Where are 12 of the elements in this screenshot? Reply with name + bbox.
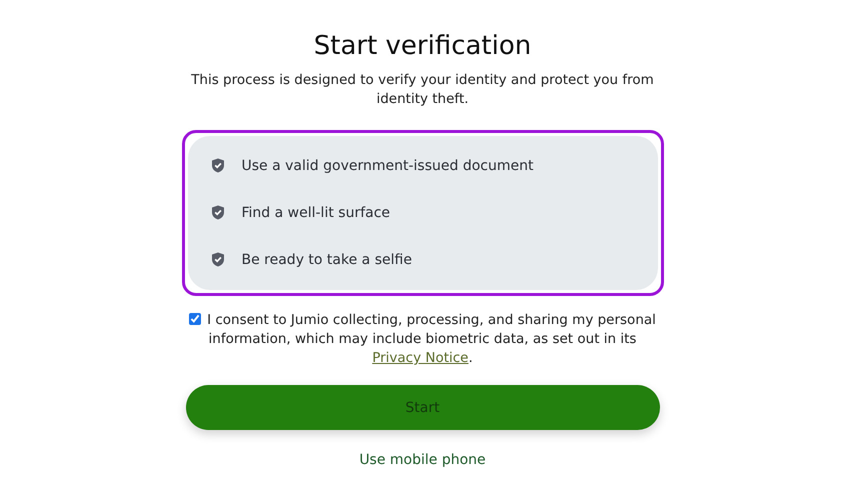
consent-text: I consent to Jumio collecting, processing, and sharing my personal information, which may include biometric data, as set out in its Privacy Notice.: [207, 312, 656, 366]
shield-check-icon: [210, 205, 224, 220]
page-description: This process is designed to verify your identity and protect you from identity theft.: [190, 71, 655, 109]
checklist-text: Find a well-lit surface: [242, 204, 390, 220]
consent-checkbox[interactable]: [189, 313, 202, 325]
page-title: Start verification: [314, 30, 532, 62]
checklist-text: Use a valid government-issued document: [242, 158, 534, 174]
shield-check-icon: [210, 158, 224, 173]
privacy-notice-link[interactable]: Privacy Notice: [372, 350, 468, 366]
checklist-text: Be ready to take a selfie: [242, 252, 412, 268]
shield-check-icon: [210, 252, 224, 267]
mobile-phone-link[interactable]: Use mobile phone: [359, 452, 486, 468]
